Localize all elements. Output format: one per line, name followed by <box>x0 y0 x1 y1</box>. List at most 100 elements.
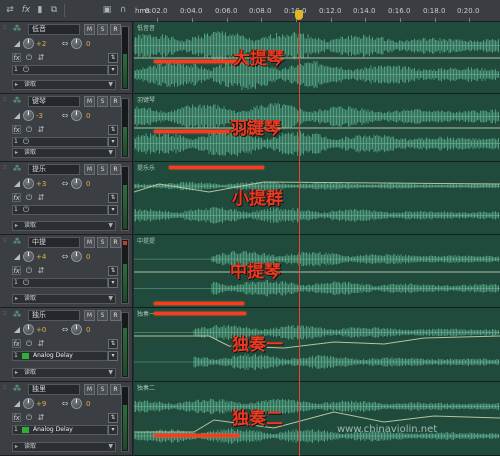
pan-knob[interactable] <box>71 178 82 189</box>
level-icon[interactable]: ⧉ <box>47 3 61 17</box>
mute-button[interactable]: M <box>84 24 95 35</box>
pan-knob[interactable] <box>71 110 82 121</box>
volume-knob[interactable] <box>23 324 34 335</box>
track-name-field[interactable]: 独里 <box>28 384 80 395</box>
fx-settings-icon[interactable]: ⇵ <box>36 53 46 62</box>
solo-button[interactable]: S <box>97 310 108 321</box>
power-icon[interactable]: ⏻ <box>21 205 31 215</box>
volume-knob[interactable] <box>23 398 34 409</box>
record-arm-button[interactable]: R <box>110 384 121 395</box>
fx-icon[interactable]: fx <box>12 413 21 422</box>
fx-icon[interactable]: fx <box>12 125 21 134</box>
fx-toggle-button[interactable]: ⇅ <box>108 53 118 63</box>
expand-icon[interactable]: ▸ <box>15 369 18 377</box>
monitor-icon[interactable]: ▣ <box>100 3 114 17</box>
pan-knob[interactable] <box>71 251 82 262</box>
fx-icon[interactable]: fx <box>19 3 33 17</box>
effect-side-button[interactable]: ▾ <box>108 205 118 215</box>
volume-knob[interactable] <box>23 38 34 49</box>
effect-slot[interactable]: 1 ⏻ <box>12 65 108 75</box>
automation-mode-select[interactable]: ▸ 读取 ▼ <box>12 442 116 452</box>
mute-button[interactable]: M <box>84 237 95 248</box>
fx-icon[interactable]: fx <box>12 339 21 348</box>
solo-button[interactable]: S <box>97 164 108 175</box>
playhead-handle[interactable] <box>295 10 303 20</box>
effect-slot[interactable]: 1 ⏻ <box>12 278 108 288</box>
volume-knob[interactable] <box>23 110 34 121</box>
drag-handle-icon[interactable]: ⁝⁝ <box>3 384 7 391</box>
fx-icon[interactable]: fx <box>12 53 21 62</box>
power-icon[interactable]: ⏻ <box>24 53 34 63</box>
power-icon[interactable]: ⏻ <box>24 413 34 423</box>
track-name-field[interactable]: 独乐 <box>28 310 80 321</box>
effect-slot[interactable]: 1 Analog Delay <box>12 425 108 435</box>
track-lane[interactable]: 提乐乐 小提群 <box>134 162 500 235</box>
mute-button[interactable]: M <box>84 96 95 107</box>
power-icon[interactable]: ⏻ <box>21 137 31 147</box>
expand-icon[interactable]: ▸ <box>15 149 18 157</box>
fx-icon[interactable]: fx <box>12 193 21 202</box>
power-icon[interactable]: ⏻ <box>24 339 34 349</box>
fx-settings-icon[interactable]: ⇵ <box>36 125 46 134</box>
drag-handle-icon[interactable]: ⁝⁝ <box>3 96 7 103</box>
track-lane[interactable]: 低音音 大提琴 <box>134 22 500 94</box>
effect-slot[interactable]: 1 ⏻ <box>12 205 108 215</box>
fx-toggle-button[interactable]: ⇅ <box>108 413 118 423</box>
fx-toggle-button[interactable]: ⇅ <box>108 266 118 276</box>
power-icon[interactable]: ⏻ <box>21 278 31 288</box>
track-name-field[interactable]: 提乐 <box>28 164 80 175</box>
record-arm-button[interactable]: R <box>110 24 121 35</box>
volume-knob[interactable] <box>23 178 34 189</box>
drag-handle-icon[interactable]: ⁝⁝ <box>3 237 7 244</box>
automation-mode-select[interactable]: ▸ 读取 ▼ <box>12 368 116 378</box>
pan-knob[interactable] <box>71 398 82 409</box>
record-arm-button[interactable]: R <box>110 164 121 175</box>
mute-button[interactable]: M <box>84 310 95 321</box>
timeline-ruler[interactable]: hms 0:02.00:04.00:06.00:08.00:10.00:12.0… <box>133 4 500 22</box>
power-icon[interactable]: ⏻ <box>24 125 34 135</box>
record-arm-button[interactable]: R <box>110 310 121 321</box>
drag-handle-icon[interactable]: ⁝⁝ <box>3 24 7 31</box>
track-lane[interactable]: 中提提 中提琴 <box>134 235 500 308</box>
track-name-field[interactable]: 键琴 <box>28 96 80 107</box>
track-name-field[interactable]: 低音 <box>28 24 80 35</box>
automation-mode-select[interactable]: ▸ 读取 ▼ <box>12 294 116 304</box>
effect-side-button[interactable]: ▾ <box>108 425 118 435</box>
solo-button[interactable]: S <box>97 237 108 248</box>
solo-button[interactable]: S <box>97 24 108 35</box>
effect-slot[interactable]: 1 ⏻ <box>12 137 108 147</box>
automation-envelope[interactable] <box>134 411 500 433</box>
automation-mode-select[interactable]: ▸ 读取 ▼ <box>12 148 116 158</box>
effect-side-button[interactable]: ▾ <box>108 137 118 147</box>
drag-handle-icon[interactable]: ⁝⁝ <box>3 164 7 171</box>
effect-slot[interactable]: 1 Analog Delay <box>12 351 108 361</box>
expand-icon[interactable]: ▸ <box>15 443 18 451</box>
power-icon[interactable]: ⏻ <box>21 65 31 75</box>
fx-toggle-button[interactable]: ⇅ <box>108 339 118 349</box>
fx-toggle-button[interactable]: ⇅ <box>108 193 118 203</box>
solo-button[interactable]: S <box>97 96 108 107</box>
fx-settings-icon[interactable]: ⇵ <box>36 413 46 422</box>
automation-envelope[interactable] <box>134 335 500 349</box>
headphones-icon[interactable]: ∩ <box>116 3 130 17</box>
automation-mode-select[interactable]: ▸ 读取 ▼ <box>12 80 116 90</box>
track-name-field[interactable]: 中提 <box>28 237 80 248</box>
meter-icon[interactable]: ▮ <box>33 3 47 17</box>
pan-knob[interactable] <box>71 38 82 49</box>
volume-knob[interactable] <box>23 251 34 262</box>
track-lane[interactable]: 羽键琴 羽键琴 <box>134 94 500 162</box>
effect-side-button[interactable]: ▾ <box>108 278 118 288</box>
effect-side-button[interactable]: ▾ <box>108 65 118 75</box>
power-icon[interactable]: ⏻ <box>24 266 34 276</box>
record-arm-button[interactable]: R <box>110 237 121 248</box>
fx-settings-icon[interactable]: ⇵ <box>36 266 46 275</box>
effect-power-icon[interactable] <box>22 353 29 359</box>
mute-button[interactable]: M <box>84 164 95 175</box>
track-lane[interactable]: 独奏一 独奏一 <box>134 308 500 382</box>
automation-mode-select[interactable]: ▸ 读取 ▼ <box>12 221 116 231</box>
expand-icon[interactable]: ▸ <box>15 295 18 303</box>
fx-settings-icon[interactable]: ⇵ <box>36 193 46 202</box>
drag-handle-icon[interactable]: ⁝⁝ <box>3 310 7 317</box>
track-lane[interactable]: 独奏二 独奏二 <box>134 382 500 456</box>
expand-icon[interactable]: ▸ <box>15 222 18 230</box>
